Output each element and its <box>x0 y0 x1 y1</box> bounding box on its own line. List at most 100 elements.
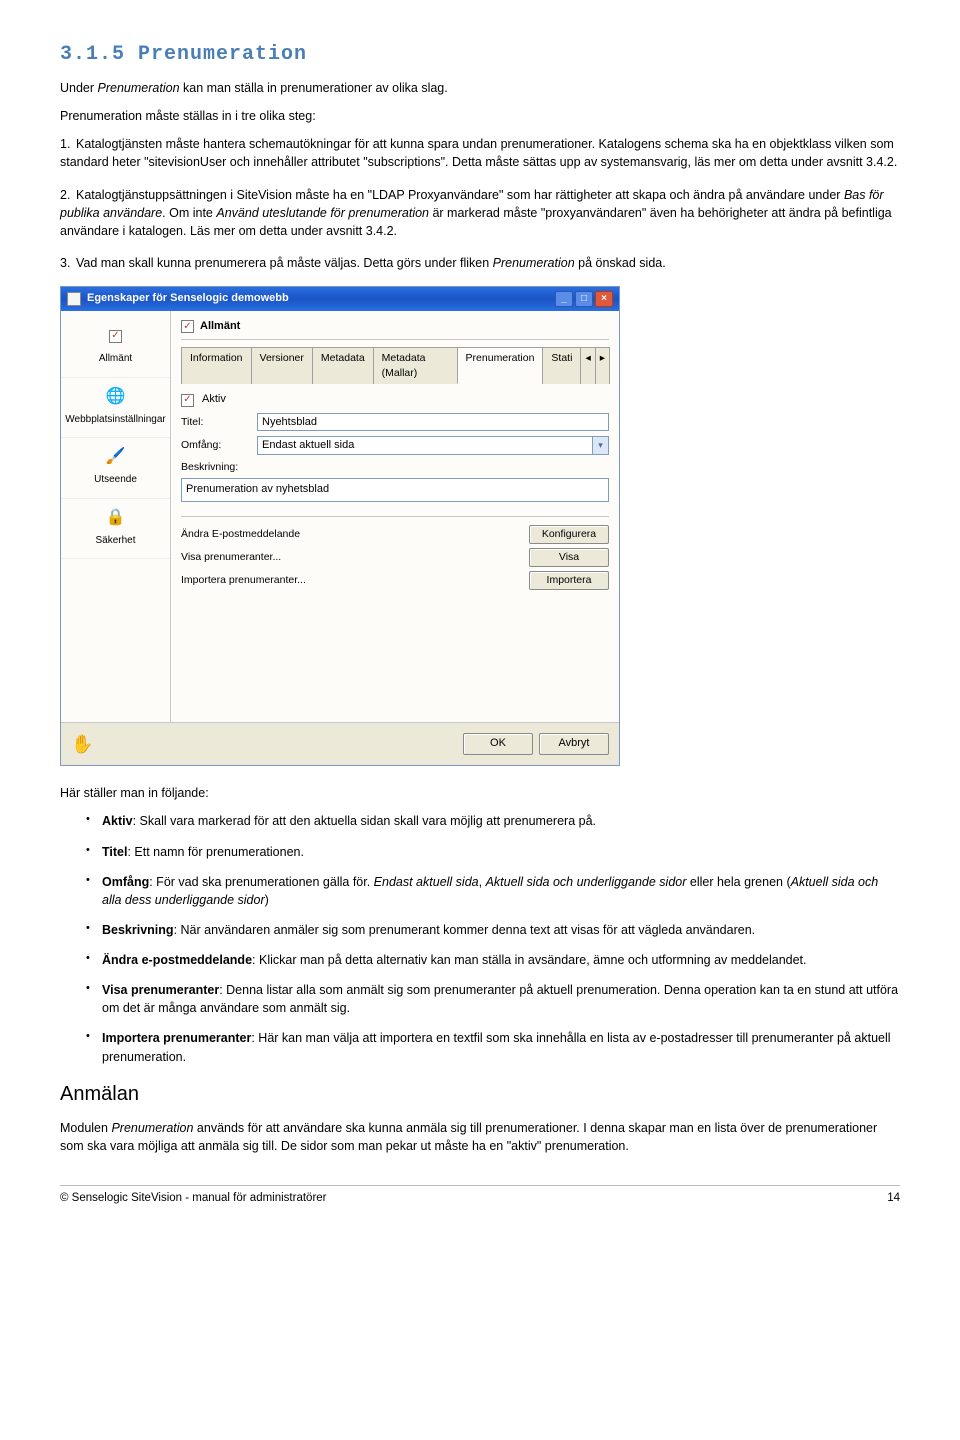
maximize-button[interactable]: □ <box>575 291 593 307</box>
step-number: 2. <box>60 186 76 204</box>
bullet-label: Importera prenumeranter <box>102 1031 251 1045</box>
lock-icon: 🔒 <box>103 505 129 531</box>
main-panel: ✓ Allmänt Information Versioner Metadata… <box>171 311 619 722</box>
titel-row: Titel: <box>181 413 609 431</box>
action-row-visa: Visa prenumeranter... Visa <box>181 548 609 567</box>
hand-icon: ✋ <box>71 731 93 757</box>
sidebar-item-label: Utseende <box>63 473 168 488</box>
text: Under <box>60 81 98 95</box>
tab-statistik[interactable]: Stati <box>542 347 581 384</box>
bullet-label: Titel <box>102 845 127 859</box>
chevron-down-icon: ▾ <box>592 437 608 454</box>
titlebar: Egenskaper för Senselogic demowebb _ □ × <box>61 287 619 311</box>
sidebar-item-sakerhet[interactable]: 🔒 Säkerhet <box>61 499 170 560</box>
bullet-importera: Importera prenumeranter: Här kan man väl… <box>86 1029 900 1065</box>
step-3: 3.Vad man skall kunna prenumerera på mås… <box>60 254 900 272</box>
sidebar-item-webbplats[interactable]: 🌐 Webbplatsinställningar <box>61 378 170 439</box>
bullet-label: Beskrivning <box>102 923 174 937</box>
sidebar-item-allmant[interactable]: ✓ Allmänt <box>61 317 170 378</box>
em: Prenumeration <box>493 256 575 270</box>
visa-button[interactable]: Visa <box>529 548 609 567</box>
step-text: Katalogtjänstuppsättningen i SiteVision … <box>76 188 844 202</box>
action-label: Visa prenumeranter... <box>181 550 281 565</box>
brush-icon: 🖌️ <box>103 444 129 470</box>
aktiv-checkbox[interactable]: ✓ <box>181 394 194 407</box>
intro-paragraph-2: Prenumeration måste ställas in i tre oli… <box>60 107 900 125</box>
sidebar-item-label: Allmänt <box>63 352 168 367</box>
beskrivning-row: Beskrivning: Prenumeration av nyhetsblad <box>181 460 609 501</box>
bullet-text: eller hela grenen ( <box>686 875 790 889</box>
page-number: 14 <box>887 1190 900 1207</box>
bullet-label: Omfång <box>102 875 149 889</box>
sidebar-item-utseende[interactable]: 🖌️ Utseende <box>61 438 170 499</box>
beskrivning-label: Beskrivning: <box>181 460 238 475</box>
steps-list: 1.Katalogtjänsten måste hantera schemaut… <box>60 135 900 272</box>
window-icon <box>67 292 81 306</box>
avbryt-button[interactable]: Avbryt <box>539 733 609 755</box>
step-number: 1. <box>60 135 76 153</box>
panel-title: Allmänt <box>200 319 240 335</box>
em: Använd uteslutande för prenumeration <box>216 206 429 220</box>
action-row-importera: Importera prenumeranter... Importera <box>181 571 609 590</box>
ok-button[interactable]: OK <box>463 733 533 755</box>
bullet-visa: Visa prenumeranter: Denna listar alla so… <box>86 981 900 1017</box>
titel-input[interactable] <box>257 413 609 431</box>
tab-scroll-left[interactable]: ◂ <box>580 347 595 384</box>
bullet-text: : Skall vara markerad för att den aktuel… <box>133 814 596 828</box>
tabs: Information Versioner Metadata Metadata … <box>181 346 609 384</box>
sidebar-item-label: Webbplatsinställningar <box>63 413 168 428</box>
tab-information[interactable]: Information <box>181 347 252 384</box>
divider <box>181 516 609 517</box>
checkbox-icon: ✓ <box>181 320 194 333</box>
em: Aktuell sida och underliggande sidor <box>486 875 687 889</box>
sidebar-item-label: Säkerhet <box>63 534 168 549</box>
step-number: 3. <box>60 254 76 272</box>
omfang-value: Endast aktuell sida <box>262 438 354 454</box>
globe-icon: 🌐 <box>103 384 129 410</box>
action-label: Importera prenumeranter... <box>181 573 306 588</box>
sidebar: ✓ Allmänt 🌐 Webbplatsinställningar 🖌️ Ut… <box>61 311 171 722</box>
text: kan man ställa in prenumerationer av oli… <box>180 81 448 95</box>
bullet-omfang: Omfång: För vad ska prenumerationen gäll… <box>86 873 900 909</box>
anmalan-heading: Anmälan <box>60 1080 900 1109</box>
bullet-text: : Klickar man på detta alternativ kan ma… <box>252 953 806 967</box>
close-button[interactable]: × <box>595 291 613 307</box>
action-row-konfigurera: Ändra E-postmeddelande Konfigurera <box>181 525 609 544</box>
em: Endast aktuell sida <box>374 875 479 889</box>
importera-button[interactable]: Importera <box>529 571 609 590</box>
bullet-text: : För vad ska prenumerationen gälla för. <box>149 875 373 889</box>
settings-bullets: Aktiv: Skall vara markerad för att den a… <box>86 812 900 1065</box>
bullet-titel: Titel: Ett namn för prenumerationen. <box>86 843 900 861</box>
bullet-text: ) <box>265 893 269 907</box>
omfang-label: Omfång: <box>181 438 249 453</box>
aktiv-row: ✓ Aktiv <box>181 392 609 408</box>
section-heading: 3.1.5 Prenumeration <box>60 40 900 69</box>
bullet-andra: Ändra e-postmeddelande: Klickar man på d… <box>86 951 900 969</box>
tab-versioner[interactable]: Versioner <box>251 347 313 384</box>
bullet-text: : När användaren anmäler sig som prenume… <box>174 923 756 937</box>
minimize-button[interactable]: _ <box>555 291 573 307</box>
step-1: 1.Katalogtjänsten måste hantera schemaut… <box>60 135 900 171</box>
window-title: Egenskaper för Senselogic demowebb <box>87 291 289 307</box>
panel-title-row: ✓ Allmänt <box>181 319 609 340</box>
tab-scroll-right[interactable]: ▸ <box>595 347 610 384</box>
anmalan-paragraph: Modulen Prenumeration används för att an… <box>60 1119 900 1155</box>
konfigurera-button[interactable]: Konfigurera <box>529 525 609 544</box>
tab-metadata-mallar[interactable]: Metadata (Mallar) <box>373 347 458 384</box>
bullet-text: , <box>479 875 486 889</box>
step-text: Vad man skall kunna prenumerera på måste… <box>76 256 493 270</box>
beskrivning-textarea[interactable]: Prenumeration av nyhetsblad <box>181 478 609 502</box>
dialog-footer: ✋ OK Avbryt <box>61 722 619 765</box>
tab-metadata[interactable]: Metadata <box>312 347 374 384</box>
footer-left: © Senselogic SiteVision - manual för adm… <box>60 1190 327 1207</box>
bullet-label: Visa prenumeranter <box>102 983 219 997</box>
step-2: 2.Katalogtjänstuppsättningen i SiteVisio… <box>60 186 900 240</box>
omfang-dropdown[interactable]: Endast aktuell sida ▾ <box>257 436 609 455</box>
text: Modulen <box>60 1121 111 1135</box>
tab-prenumeration[interactable]: Prenumeration <box>457 347 544 384</box>
window-buttons: _ □ × <box>555 291 613 307</box>
bullet-aktiv: Aktiv: Skall vara markerad för att den a… <box>86 812 900 830</box>
em-prenumeration: Prenumeration <box>98 81 180 95</box>
step-text: på önskad sida. <box>575 256 666 270</box>
bullet-label: Ändra e-postmeddelande <box>102 953 252 967</box>
